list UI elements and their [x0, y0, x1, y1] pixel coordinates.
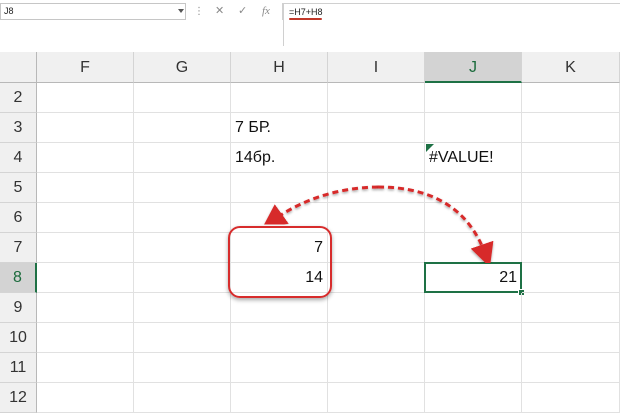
arrow-to-j8 — [377, 185, 494, 268]
highlight-callout-h7-h8 — [228, 226, 332, 298]
arrow-to-h7 — [262, 185, 379, 228]
annotation-arrow — [262, 185, 494, 268]
